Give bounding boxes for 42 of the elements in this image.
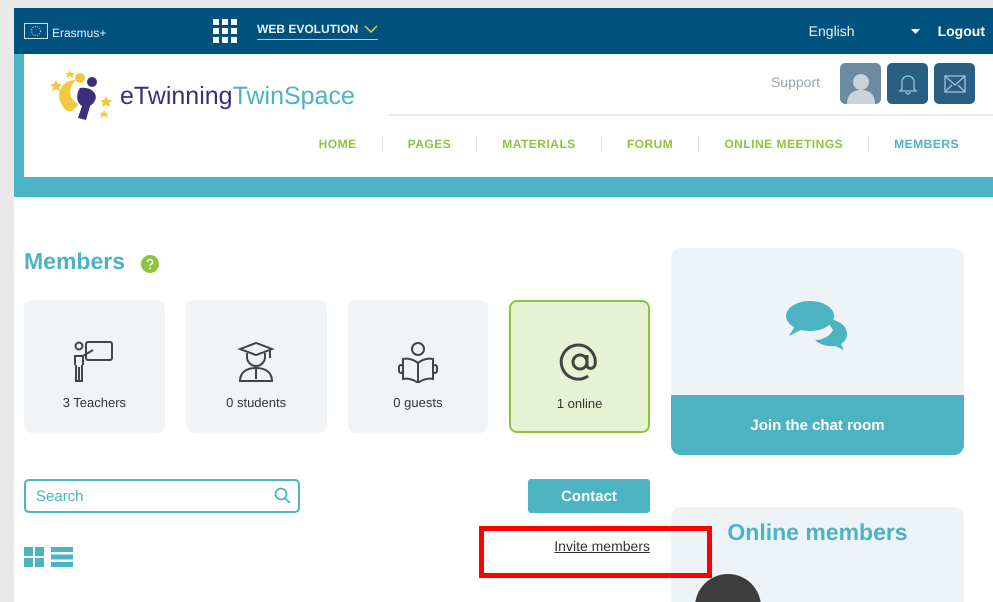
nav-link[interactable]: ONLINE MEETINGS (724, 137, 844, 151)
bell-icon (898, 72, 918, 94)
card-label: 0 students (226, 395, 286, 410)
messages-button[interactable] (934, 63, 975, 104)
user-avatar[interactable] (840, 63, 881, 104)
nav-link[interactable]: PAGES (408, 137, 452, 151)
apps-grid-icon[interactable] (213, 19, 237, 43)
brand-label: Erasmus+ (52, 26, 106, 40)
nav-link[interactable]: FORUM (626, 137, 674, 151)
caret-icon (910, 28, 920, 34)
nav-link[interactable]: MEMBERS (894, 137, 959, 151)
notifications-button[interactable] (887, 63, 928, 104)
invite-members-link[interactable]: Invite members (554, 538, 650, 554)
nav-link[interactable]: MATERIALS (502, 137, 576, 151)
card-label: 1 online (556, 396, 602, 411)
search-icon (274, 487, 291, 504)
list-view-icon[interactable] (51, 547, 73, 567)
member-category-card[interactable]: 0 students (186, 300, 326, 433)
member-category-card[interactable]: 3 Teachers (24, 300, 165, 433)
logo-text: eTwinning (120, 82, 233, 110)
join-chat-button[interactable]: Join the chat room (671, 395, 964, 455)
logout-link[interactable]: Logout (938, 23, 985, 39)
search-field[interactable]: Search (24, 479, 300, 513)
reader-icon (396, 341, 439, 383)
help-icon[interactable] (140, 255, 159, 273)
member-category-card[interactable]: 0 guests (348, 300, 488, 433)
card-label: 3 Teachers (62, 395, 126, 410)
logo-text: TwinSpace (232, 82, 355, 110)
card-title: Online members (727, 519, 908, 546)
support-link[interactable]: Support (770, 74, 820, 90)
project-dropdown[interactable]: WEB EVOLUTION (257, 22, 378, 40)
member-category-card[interactable]: 1 online (509, 300, 650, 433)
grid-view-icon[interactable] (24, 547, 44, 567)
page-title: Members (24, 248, 125, 274)
nav-link[interactable]: HOME (318, 137, 357, 151)
eu-flag-icon (24, 23, 48, 39)
language-dropdown[interactable]: English (808, 23, 920, 39)
envelope-icon (944, 74, 966, 92)
chevron-down-icon (364, 25, 378, 33)
graduate-icon (236, 341, 276, 383)
card-label: 0 guests (393, 395, 442, 410)
contact-button[interactable]: Contact (528, 479, 650, 513)
